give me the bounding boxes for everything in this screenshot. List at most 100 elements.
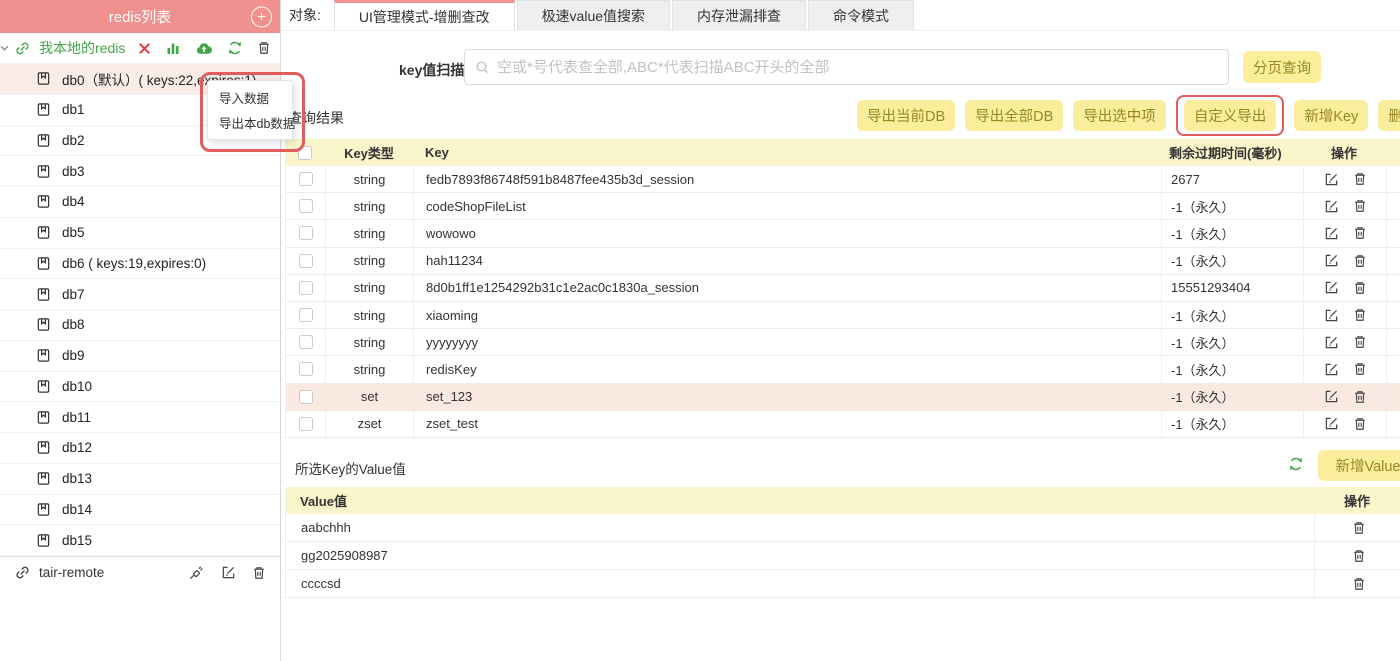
edit-icon[interactable] [1324,280,1339,295]
row-checkbox[interactable] [299,172,313,186]
connection-row[interactable]: 我本地的redis [0,33,280,64]
edit-icon[interactable] [1324,172,1339,187]
edit-icon[interactable] [1324,308,1339,323]
sidebar-db-item[interactable]: db5 [0,218,280,249]
header-ttl: 剩余过期时间(毫秒) [1160,139,1302,166]
table-row[interactable]: zsetzset_test-1（永久） [285,411,1400,438]
trash-icon[interactable] [257,40,271,56]
trash-icon[interactable] [1353,225,1367,241]
row-checkbox[interactable] [299,281,313,295]
row-checkbox[interactable] [299,308,313,322]
trash-icon[interactable] [1352,520,1366,536]
cloud-upload-icon[interactable] [195,41,213,56]
table-row[interactable]: stringfedb7893f86748f591b8487fee435b3d_s… [285,166,1400,193]
trash-icon[interactable] [1353,334,1367,350]
row-checkbox[interactable] [299,199,313,213]
tab-memory-leak-check[interactable]: 内存泄漏排查 [672,0,806,30]
row-checkbox[interactable] [299,226,313,240]
sidebar-db-item[interactable]: db8 [0,310,280,341]
table-row[interactable]: stringcodeShopFileList-1（永久） [285,193,1400,220]
edit-icon[interactable] [1324,335,1339,350]
edit-icon[interactable] [1324,253,1339,268]
row-checkbox[interactable] [299,417,313,431]
sidebar-db-item[interactable]: db4 [0,187,280,218]
trash-icon[interactable] [1353,416,1367,432]
table-row[interactable]: stringwowowo-1（永久） [285,220,1400,247]
trash-icon[interactable] [1352,576,1366,592]
add-value-button[interactable]: 新增Value [1318,450,1400,481]
sidebar-db-item[interactable]: db13 [0,464,280,495]
table-row[interactable]: stringxiaoming-1（永久） [285,302,1400,329]
value-row[interactable]: aabchhh [285,514,1400,542]
tair-connection-row[interactable]: tair-remote [0,556,280,588]
edit-icon[interactable] [1324,199,1339,214]
refresh-icon[interactable] [227,40,243,56]
search-icon [475,60,490,75]
custom-export-button[interactable]: 自定义导出 [1184,100,1277,131]
refresh-values-icon[interactable] [1288,456,1304,472]
ops-cell [1303,166,1387,192]
tab-ui-manage-mode[interactable]: UI管理模式-增删查改 [334,0,515,30]
key-cell: set_123 [414,384,1161,410]
remote-connection-name: tair-remote [39,565,104,580]
table-row[interactable]: setset_123-1（永久） [285,384,1400,411]
sidebar-db-item[interactable]: db7 [0,279,280,310]
edit-icon[interactable] [1324,226,1339,241]
table-row[interactable]: stringredisKey-1（永久） [285,356,1400,383]
edit-icon[interactable] [1324,389,1339,404]
edit-icon[interactable] [1324,362,1339,377]
row-checkbox[interactable] [299,390,313,404]
sidebar-db-item[interactable]: db9 [0,341,280,372]
add-key-button[interactable]: 新增Key [1294,100,1368,131]
paginate-query-button[interactable]: 分页查询 [1243,51,1321,83]
value-row[interactable]: ccccsd [285,570,1400,598]
trash-icon[interactable] [1352,548,1366,564]
tab-command-mode[interactable]: 命令模式 [808,0,914,30]
export-selected-button[interactable]: 导出选中项 [1073,100,1166,131]
export-all-db-button[interactable]: 导出全部DB [965,100,1063,131]
close-icon[interactable] [138,42,151,55]
edit-icon[interactable] [1324,416,1339,431]
trash-icon[interactable] [1353,253,1367,269]
key-type-cell: string [326,302,414,328]
value-table-header-row: Value值 操作 [285,487,1400,514]
sidebar-db-item[interactable]: db14 [0,495,280,526]
sidebar-db-item[interactable]: db11 [0,402,280,433]
sidebar-db-item[interactable]: db10 [0,372,280,403]
key-table-header-row: Key类型 Key 剩余过期时间(毫秒) 操作 [285,139,1400,166]
table-row[interactable]: string8d0b1ff1e1254292b31c1e2ac0c1830a_s… [285,275,1400,302]
popup-item-import-data[interactable]: 导入数据 [208,88,292,107]
delete-button[interactable]: 删除 [1378,100,1400,131]
sidebar-db-item[interactable]: db15 [0,525,280,556]
trash-icon[interactable] [252,565,266,581]
trash-icon[interactable] [1353,280,1367,296]
header-checkbox[interactable] [298,146,312,160]
table-row[interactable]: stringhah11234-1（永久） [285,248,1400,275]
connect-icon[interactable] [188,564,205,581]
row-checkbox[interactable] [299,335,313,349]
book-icon [36,164,51,179]
value-row[interactable]: gg2025908987 [285,542,1400,570]
ttl-cell: -1（永久） [1161,193,1303,219]
trash-icon[interactable] [1353,361,1367,377]
table-row[interactable]: stringyyyyyyyy-1（永久） [285,329,1400,356]
row-checkbox[interactable] [299,362,313,376]
row-checkbox[interactable] [299,254,313,268]
sidebar-db-item[interactable]: db6 ( keys:19,expires:0) [0,249,280,280]
trash-icon[interactable] [1353,389,1367,405]
trash-icon[interactable] [1353,307,1367,323]
edit-icon[interactable] [221,565,236,580]
chevron-down-icon[interactable] [0,45,9,51]
popup-item-export-db-data[interactable]: 导出本db数据 [208,113,292,132]
export-current-db-button[interactable]: 导出当前DB [857,100,955,131]
add-connection-button[interactable]: + [251,6,272,27]
trash-icon[interactable] [1353,198,1367,214]
results-title: 查询结果 [288,108,344,128]
key-cell: 8d0b1ff1e1254292b31c1e2ac0c1830a_session [414,275,1161,301]
chart-icon[interactable] [165,40,181,56]
sidebar-db-item[interactable]: db3 [0,156,280,187]
tab-fast-value-search[interactable]: 极速value值搜索 [517,0,670,30]
trash-icon[interactable] [1353,171,1367,187]
key-scan-input[interactable] [497,59,1218,76]
sidebar-db-item[interactable]: db12 [0,433,280,464]
